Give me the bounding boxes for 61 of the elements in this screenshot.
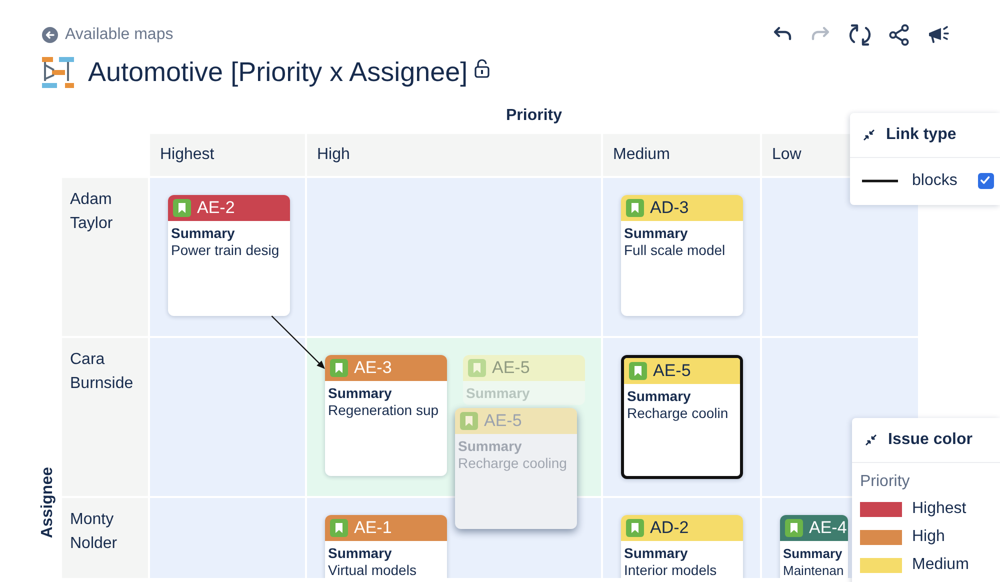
bookmark-icon (785, 519, 803, 537)
bookmark-icon (330, 519, 348, 537)
field-label: Summary (328, 385, 393, 402)
back-link[interactable]: Available maps (42, 26, 174, 44)
issue-summary: Maintenan (783, 562, 845, 578)
issue-summary: Virtual models (328, 562, 418, 578)
bookmark-icon (629, 362, 647, 380)
collapse-icon[interactable] (862, 128, 876, 142)
field-label: Summary (783, 545, 844, 562)
legend-label: High (912, 528, 945, 546)
legend-group-label: Priority (859, 472, 911, 492)
row-header: Monty Nolder (62, 498, 148, 578)
field-label: Summary (624, 225, 689, 242)
issue-card[interactable]: AE-5 Summary Recharge coolin (621, 355, 743, 479)
bookmark-icon (173, 199, 191, 217)
issue-card[interactable]: AD-2 Summary Interior models (621, 515, 743, 578)
issue-summary: Recharge coolin (627, 405, 730, 422)
issue-summary: Regeneration sup (328, 402, 440, 419)
issue-key[interactable]: AD-2 (650, 518, 689, 538)
map-title: Automotive [Priority x Assignee] (88, 56, 468, 88)
issue-card[interactable]: AD-3 Summary Full scale model (621, 195, 743, 316)
issue-summary: Interior models (624, 562, 718, 578)
bookmark-icon (626, 519, 644, 537)
issue-card[interactable]: AE-1 Summary Virtual models (325, 515, 447, 578)
column-header: Medium (603, 134, 760, 176)
check-icon (979, 174, 992, 187)
issue-summary: Full scale model (624, 242, 726, 259)
issue-key[interactable]: AE-2 (197, 198, 235, 218)
issue-key[interactable]: AD-3 (650, 198, 689, 218)
legend-label: Medium (912, 556, 969, 574)
axis-label: Assignee (39, 466, 57, 538)
issue-key[interactable]: AE-4 (809, 518, 847, 538)
field-label: Summary (627, 388, 692, 405)
bookmark-icon (468, 359, 486, 377)
issue-summary: Recharge cooling (458, 455, 568, 472)
row-header: Cara Burnside (62, 338, 148, 496)
column-header: Highest (150, 134, 305, 176)
field-label: Summary (458, 438, 523, 455)
unlocked-lock-icon[interactable] (474, 58, 490, 78)
panel-title: Issue color (888, 431, 972, 449)
issue-card[interactable]: AE-4 Summary Maintenan (780, 515, 848, 578)
bookmark-icon (626, 199, 644, 217)
line-sample-icon (862, 179, 898, 183)
issue-key[interactable]: AE-5 (653, 361, 691, 381)
collapse-icon[interactable] (864, 433, 878, 447)
bookmark-icon (460, 412, 478, 430)
field-label: Summary (171, 225, 236, 242)
issue-summary: Power train desig (171, 242, 280, 259)
issue-card[interactable]: AE-2 Summary Power train desig (168, 195, 290, 316)
row-header: Adam Taylor (62, 178, 148, 336)
field-label: Summary (624, 545, 689, 562)
map-logo-icon (42, 56, 74, 88)
legend-label: Highest (912, 500, 966, 518)
axis-label: Priority (506, 107, 562, 125)
bookmark-icon (330, 359, 348, 377)
sync-icon[interactable] (848, 23, 872, 47)
checkbox[interactable] (978, 173, 994, 189)
field-label: Summary (328, 545, 393, 562)
issue-card[interactable]: AE-3 Summary Regeneration sup (325, 355, 447, 476)
column-header: High (307, 134, 601, 176)
share-icon[interactable] (887, 23, 911, 47)
